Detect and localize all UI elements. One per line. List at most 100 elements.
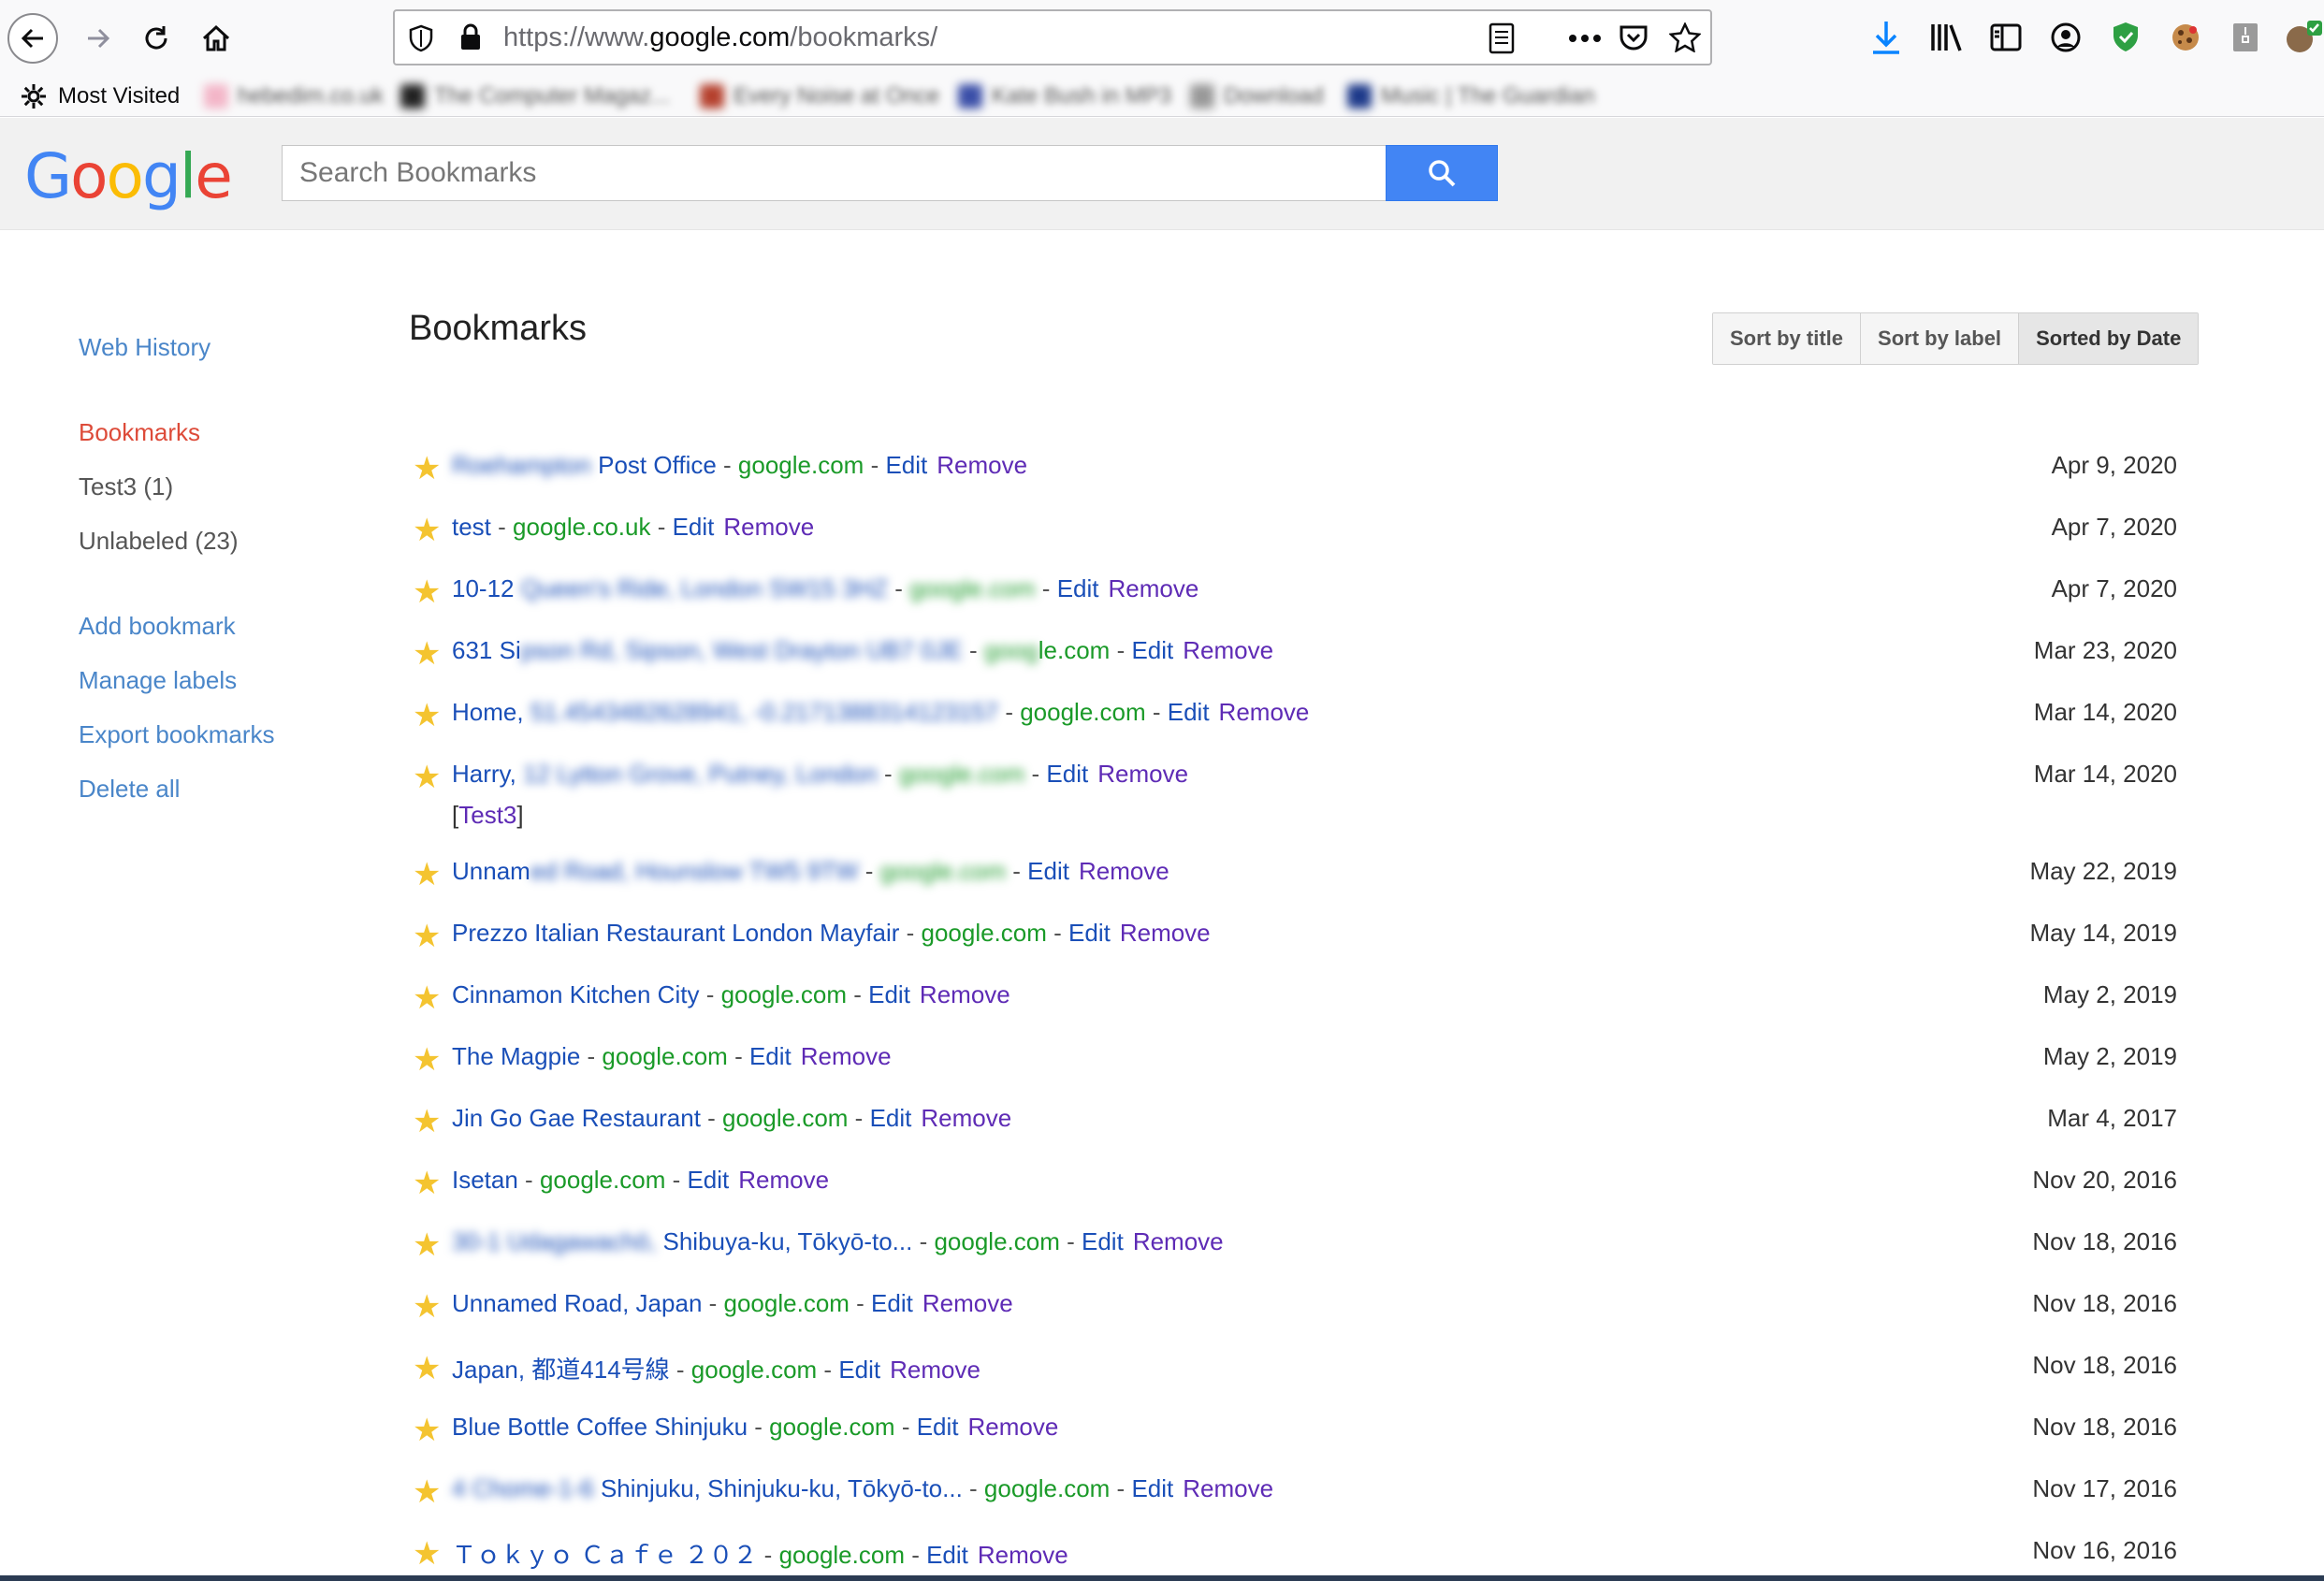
bookmark-title-link[interactable]: Prezzo Italian Restaurant London Mayfair <box>452 919 899 947</box>
bookmark-star-icon[interactable] <box>1669 22 1701 52</box>
tracking-protection-shield-icon[interactable] <box>408 24 434 52</box>
bookmark-title-link[interactable]: Unnamed Road, Japan <box>452 1289 702 1317</box>
star-icon[interactable]: ★ <box>413 1106 441 1138</box>
edit-link[interactable]: Edit <box>1046 760 1088 788</box>
sidebar-bookmarks[interactable]: Bookmarks <box>79 418 200 447</box>
google-logo[interactable]: Google <box>24 140 233 212</box>
star-icon[interactable]: ★ <box>413 921 441 952</box>
star-icon[interactable]: ★ <box>413 1291 441 1323</box>
star-icon[interactable]: ★ <box>413 453 441 485</box>
edit-link[interactable]: Edit <box>926 1541 968 1569</box>
bookmark-title-link[interactable]: Ｔｏｋｙｏ Ｃａｆｅ ２０２ <box>452 1541 757 1569</box>
url-text[interactable]: https://www.google.com/bookmarks/ <box>503 22 937 53</box>
forward-button[interactable] <box>73 13 123 64</box>
edit-link[interactable]: Edit <box>673 513 715 541</box>
sidebar-web-history[interactable]: Web History <box>79 333 211 362</box>
star-icon[interactable]: ★ <box>413 638 441 670</box>
edit-link[interactable]: Edit <box>687 1166 729 1194</box>
add-bookmark-link[interactable]: Add bookmark <box>79 612 236 641</box>
star-icon[interactable]: ★ <box>413 515 441 546</box>
bookmark-title-link[interactable]: Jin Go Gae Restaurant <box>452 1104 701 1132</box>
manage-labels-link[interactable]: Manage labels <box>79 666 237 695</box>
star-icon[interactable]: ★ <box>413 859 441 891</box>
bookmark-toolbar-item[interactable]: Music | The Guardian <box>1347 80 1595 112</box>
star-icon[interactable]: ★ <box>413 761 441 793</box>
edit-link[interactable]: Edit <box>1131 1474 1173 1502</box>
home-button[interactable] <box>191 13 241 64</box>
back-button[interactable] <box>7 13 58 64</box>
pocket-icon[interactable] <box>1619 22 1649 52</box>
remove-link[interactable]: Remove <box>1183 1474 1273 1502</box>
edit-link[interactable]: Edit <box>1027 857 1069 885</box>
bookmark-toolbar-item[interactable]: Kate Bush in MP3 <box>958 80 1171 112</box>
sorted-by-date-button[interactable]: Sorted by Date <box>2019 313 2199 364</box>
remove-link[interactable]: Remove <box>921 1104 1011 1132</box>
edit-link[interactable]: Edit <box>1082 1227 1124 1255</box>
remove-link[interactable]: Remove <box>801 1042 892 1070</box>
star-icon[interactable]: ★ <box>413 1538 441 1570</box>
bookmark-title-link[interactable]: Japan, 都道414号線 <box>452 1356 670 1384</box>
page-actions-menu-icon[interactable] <box>1568 34 1602 43</box>
sort-by-title-button[interactable]: Sort by title <box>1713 313 1862 364</box>
edit-link[interactable]: Edit <box>885 451 927 479</box>
edit-link[interactable]: Edit <box>870 1104 912 1132</box>
delete-all-link[interactable]: Delete all <box>79 775 180 804</box>
remove-link[interactable]: Remove <box>1219 698 1310 726</box>
remove-link[interactable]: Remove <box>1079 857 1169 885</box>
bookmark-toolbar-item[interactable]: Every Noise at Once <box>700 80 939 112</box>
remove-link[interactable]: Remove <box>1120 919 1211 947</box>
remove-link[interactable]: Remove <box>723 513 814 541</box>
bookmark-title-link[interactable]: Blue Bottle Coffee Shinjuku <box>452 1413 748 1441</box>
address-bar[interactable]: https://www.google.com/bookmarks/ <box>393 9 1712 65</box>
remove-link[interactable]: Remove <box>922 1289 1013 1317</box>
star-icon[interactable]: ★ <box>413 700 441 732</box>
star-icon[interactable]: ★ <box>413 1229 441 1261</box>
edit-link[interactable]: Edit <box>917 1413 959 1441</box>
export-bookmarks-link[interactable]: Export bookmarks <box>79 720 275 749</box>
profile-extension-button[interactable] <box>2283 17 2324 58</box>
remove-link[interactable]: Remove <box>1097 760 1188 788</box>
sidebar-toggle-button[interactable] <box>1985 17 2026 58</box>
bookmark-title-link[interactable]: 631 Sipson Rd, Sipson, West Drayton UB7 … <box>452 636 963 664</box>
extension-button[interactable] <box>2225 17 2266 58</box>
reader-view-icon[interactable] <box>1488 22 1516 54</box>
bookmark-title-link[interactable]: Home, 51.4543482628941, -0.2171388314123… <box>452 698 998 726</box>
edit-link[interactable]: Edit <box>749 1042 792 1070</box>
remove-link[interactable]: Remove <box>968 1413 1059 1441</box>
bookmark-title-link[interactable]: Roehampton Post Office <box>452 451 717 479</box>
remove-link[interactable]: Remove <box>738 1166 829 1194</box>
remove-link[interactable]: Remove <box>920 980 1010 1008</box>
bookmark-title-link[interactable]: 30-1 Udagawachō, Shibuya-ku, Tōkyō-to... <box>452 1227 912 1255</box>
bookmark-title-link[interactable]: 4 Chome-1-6 Shinjuku, Shinjuku-ku, Tōkyō… <box>452 1474 963 1502</box>
bookmark-toolbar-item[interactable]: Download <box>1190 80 1324 112</box>
star-icon[interactable]: ★ <box>413 1353 441 1385</box>
bookmark-toolbar-item[interactable]: hebedim.co.uk <box>204 80 384 112</box>
sidebar-label-test3[interactable]: Test3 (1) <box>79 472 173 501</box>
star-icon[interactable]: ★ <box>413 1168 441 1199</box>
lock-icon[interactable] <box>458 22 483 52</box>
bookmark-label-tag[interactable]: [Test3] <box>452 801 524 830</box>
edit-link[interactable]: Edit <box>1168 698 1210 726</box>
edit-link[interactable]: Edit <box>1057 574 1099 602</box>
bookmark-toolbar-item[interactable]: The Computer Magaz... <box>400 80 670 112</box>
edit-link[interactable]: Edit <box>1131 636 1173 664</box>
bookmark-title-link[interactable]: Unnamed Road, Hounslow TW5 9TW <box>452 857 859 885</box>
account-button[interactable] <box>2045 17 2086 58</box>
bookmark-title-link[interactable]: Isetan <box>452 1166 518 1194</box>
bookmark-title-link[interactable]: The Magpie <box>452 1042 580 1070</box>
remove-link[interactable]: Remove <box>1109 574 1199 602</box>
star-icon[interactable]: ★ <box>413 1044 441 1076</box>
remove-link[interactable]: Remove <box>890 1356 980 1384</box>
bookmark-title-link[interactable]: Cinnamon Kitchen City <box>452 980 699 1008</box>
library-button[interactable] <box>1925 17 1967 58</box>
star-icon[interactable]: ★ <box>413 576 441 608</box>
bookmark-title-link[interactable]: Harry, 12 Lytton Grove, Putney, London <box>452 760 878 788</box>
search-button[interactable] <box>1386 145 1498 201</box>
cookie-extension-button[interactable] <box>2165 17 2206 58</box>
extension-shield-button[interactable] <box>2105 17 2146 58</box>
remove-link[interactable]: Remove <box>1183 636 1273 664</box>
most-visited-folder[interactable]: Most Visited <box>21 80 180 112</box>
remove-link[interactable]: Remove <box>978 1541 1068 1569</box>
star-icon[interactable]: ★ <box>413 1476 441 1508</box>
edit-link[interactable]: Edit <box>868 980 910 1008</box>
